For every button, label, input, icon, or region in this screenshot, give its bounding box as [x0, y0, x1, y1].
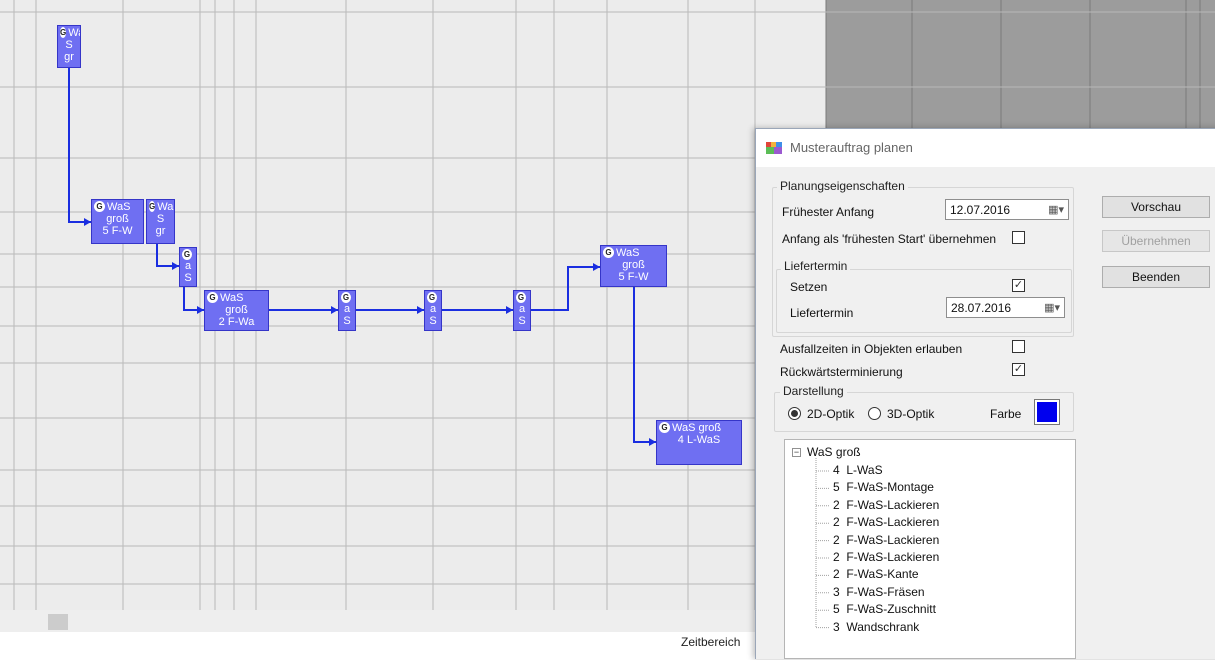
tree-item[interactable]: 2 F-WaS-Lackieren: [833, 533, 939, 547]
g-badge-icon: G: [427, 292, 437, 303]
bar-title: Wa: [68, 27, 80, 39]
take-start-label: Anfang als 'frühesten Start' übernehmen: [782, 232, 997, 246]
bar-text: a S: [184, 260, 192, 284]
tree-item[interactable]: 3 F-WaS-Fräsen: [833, 585, 925, 599]
bar-text: 4 L-WaS: [677, 434, 721, 446]
earliest-start-date-picker[interactable]: 12.07.2016 ▦▾: [945, 199, 1069, 220]
bar-text: groß 5 F-W: [618, 259, 649, 283]
gantt-bar[interactable]: G WaS groß 2 F-Wa: [204, 290, 269, 331]
radio-3d-label: 3D-Optik: [887, 407, 935, 421]
g-badge-icon: G: [603, 247, 614, 258]
delivery-date-picker[interactable]: 28.07.2016 ▦▾: [946, 297, 1065, 318]
bar-text: S gr: [155, 213, 166, 237]
structure-tree[interactable]: − WaS groß 4 L-WaS 5 F-WaS-Montage 2 F-WaS…: [784, 439, 1076, 659]
delivery-set-label: Setzen: [790, 280, 828, 294]
delivery-date-label: Liefertermin: [790, 306, 854, 320]
bar-text: groß 2 F-Wa: [218, 304, 255, 328]
plan-dialog: Musterauftrag planen Planungseigenschaft…: [755, 128, 1215, 659]
gantt-bar[interactable]: G WaS groß 5 F-W: [600, 245, 667, 287]
bar-title: WaS groß: [672, 422, 722, 434]
tree-item[interactable]: 2 F-WaS-Lackieren: [833, 550, 939, 564]
tree-item[interactable]: 2 F-WaS-Lackieren: [833, 498, 939, 512]
earliest-start-value: 12.07.2016: [950, 203, 1011, 217]
delivery-group-title: Liefertermin: [781, 259, 851, 273]
backward-scheduling-checkbox[interactable]: ✓: [1012, 363, 1025, 376]
time-range-label: Zeitbereich: [681, 635, 741, 649]
dialog-title: Musterauftrag planen: [790, 140, 913, 155]
tree-item[interactable]: 5 F-WaS-Zuschnitt: [833, 602, 936, 616]
gantt-bar[interactable]: Ga S: [513, 290, 531, 331]
bar-title: WaS: [107, 201, 131, 213]
color-label: Farbe: [990, 407, 1022, 421]
display-group-title: Darstellung: [780, 384, 847, 398]
gantt-bar[interactable]: Ga S: [424, 290, 442, 331]
calendar-dropdown-icon[interactable]: ▦▾: [1044, 301, 1060, 314]
gantt-bar[interactable]: GWaS gr: [146, 199, 175, 244]
g-badge-icon: G: [516, 292, 526, 303]
tree-item[interactable]: 2 F-WaS-Lackieren: [833, 515, 939, 529]
bar-title: WaS: [220, 292, 244, 304]
delivery-date-value: 28.07.2016: [951, 301, 1012, 315]
tree-item[interactable]: 4 L-WaS: [833, 463, 883, 477]
bar-text: a S: [518, 303, 526, 327]
tree-item[interactable]: 3 Wandschrank: [833, 620, 919, 634]
radio-3d[interactable]: [868, 407, 881, 420]
bar-text: a S: [343, 303, 351, 327]
backward-scheduling-label: Rückwärtsterminierung: [780, 365, 903, 379]
g-badge-icon: G: [182, 249, 192, 260]
bar-text: S gr: [64, 39, 74, 63]
color-swatch[interactable]: [1034, 399, 1060, 425]
radio-2d[interactable]: [788, 407, 801, 420]
bar-text: groß 5 F-W: [102, 213, 133, 237]
close-button[interactable]: Beenden: [1102, 266, 1210, 288]
bar-title: WaS: [616, 247, 640, 259]
tree-item[interactable]: 2 F-WaS-Kante: [833, 567, 919, 581]
take-start-checkbox[interactable]: [1012, 231, 1025, 244]
dialog-titlebar[interactable]: Musterauftrag planen: [756, 129, 1215, 167]
bar-title: Wa: [157, 201, 174, 213]
bar-text: a S: [429, 303, 437, 327]
gantt-bar[interactable]: G WaS groß 5 F-W: [91, 199, 144, 244]
delivery-set-checkbox[interactable]: ✓: [1012, 279, 1025, 292]
g-badge-icon: G: [149, 201, 156, 212]
gantt-bar[interactable]: GWaS gr: [57, 25, 81, 68]
g-badge-icon: G: [659, 422, 670, 433]
downtime-label: Ausfallzeiten in Objekten erlauben: [780, 342, 963, 356]
gantt-bar[interactable]: Ga S: [179, 247, 197, 287]
tree-item[interactable]: 5 F-WaS-Montage: [833, 480, 934, 494]
g-badge-icon: G: [207, 292, 218, 303]
app-icon: [766, 142, 782, 154]
downtime-checkbox[interactable]: [1012, 340, 1025, 353]
gantt-bar[interactable]: G WaS groß 4 L-WaS: [656, 420, 742, 465]
scrollbar-thumb[interactable]: [48, 614, 68, 630]
g-badge-icon: G: [94, 201, 105, 212]
planning-group-title: Planungseigenschaften: [777, 179, 908, 193]
calendar-dropdown-icon[interactable]: ▦▾: [1048, 203, 1064, 216]
g-badge-icon: G: [60, 27, 67, 38]
horizontal-scrollbar[interactable]: [0, 610, 755, 632]
preview-button[interactable]: Vorschau: [1102, 196, 1210, 218]
radio-2d-label: 2D-Optik: [807, 407, 855, 421]
apply-button[interactable]: Übernehmen: [1102, 230, 1210, 252]
earliest-start-label: Frühester Anfang: [782, 205, 875, 219]
gantt-bar[interactable]: Ga S: [338, 290, 356, 331]
g-badge-icon: G: [341, 292, 351, 303]
